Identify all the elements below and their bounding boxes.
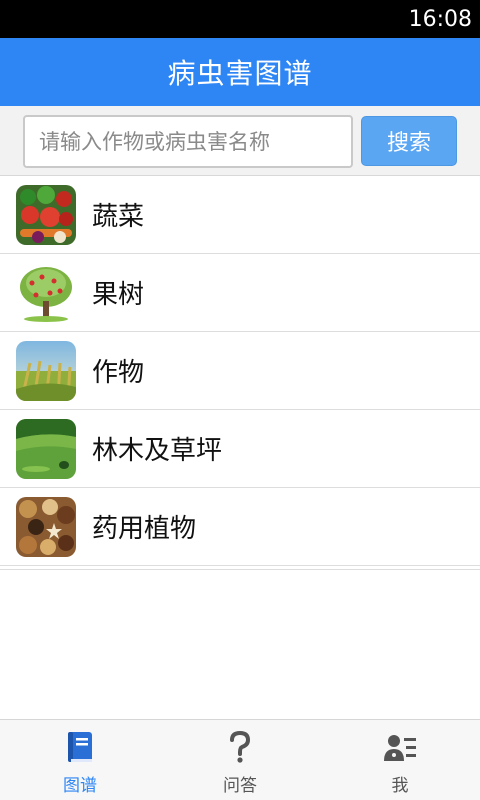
list-item-fruit-trees[interactable]: 果树: [0, 254, 480, 332]
question-icon: [230, 730, 251, 763]
list-item-medicinal-plants[interactable]: 药用植物: [0, 488, 480, 566]
fruit-tree-thumbnail: [16, 262, 76, 323]
list-item-label: 作物: [92, 358, 145, 388]
list-item-label: 林木及草坪: [92, 436, 223, 466]
list-item-label: 蔬菜: [92, 202, 145, 232]
search-input[interactable]: [23, 115, 353, 168]
tab-atlas[interactable]: 图谱: [0, 720, 160, 800]
list-item-label: 药用植物: [92, 514, 197, 544]
category-list: 蔬菜 果树 作物 林木及草坪 药用植物: [0, 176, 480, 570]
title-bar: 病虫害图谱: [0, 38, 480, 106]
tab-me[interactable]: 我: [320, 720, 480, 800]
crops-thumbnail: [16, 340, 76, 401]
list-item-label: 果树: [92, 280, 145, 310]
search-row: 搜索: [0, 106, 480, 176]
list-divider: [0, 566, 480, 570]
tab-label: 我: [391, 775, 409, 796]
profile-icon: [384, 734, 416, 761]
vegetables-thumbnail: [16, 184, 76, 245]
book-icon: [68, 731, 92, 762]
list-item-vegetables[interactable]: 蔬菜: [0, 176, 480, 254]
tab-qa[interactable]: 问答: [160, 720, 320, 800]
tab-label: 问答: [223, 775, 257, 796]
list-item-crops[interactable]: 作物: [0, 332, 480, 410]
bottom-tab-bar: 图谱 问答 我: [0, 719, 480, 800]
status-bar: 16:08: [0, 0, 480, 38]
status-time: 16:08: [408, 6, 472, 32]
page-title: 病虫害图谱: [167, 57, 313, 90]
tab-label: 图谱: [63, 775, 97, 796]
list-item-forest-lawn[interactable]: 林木及草坪: [0, 410, 480, 488]
medicinal-plants-thumbnail: [16, 496, 76, 557]
search-button[interactable]: 搜索: [361, 116, 457, 166]
forest-lawn-thumbnail: [16, 418, 76, 479]
